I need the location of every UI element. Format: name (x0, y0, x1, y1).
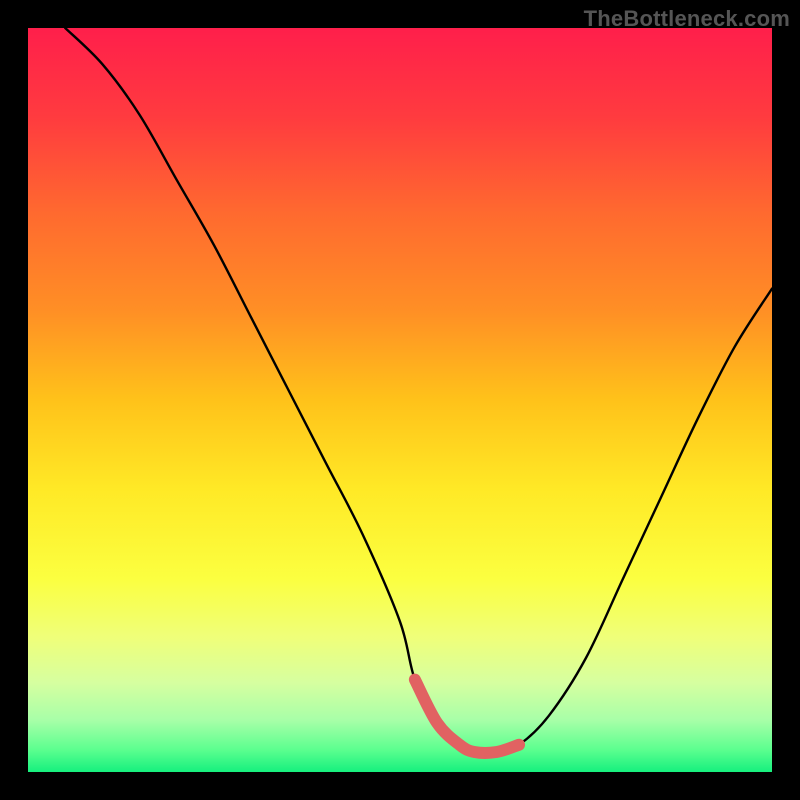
plot-area (28, 28, 772, 772)
gradient-background (28, 28, 772, 772)
bottleneck-chart (28, 28, 772, 772)
chart-stage: TheBottleneck.com (0, 0, 800, 800)
